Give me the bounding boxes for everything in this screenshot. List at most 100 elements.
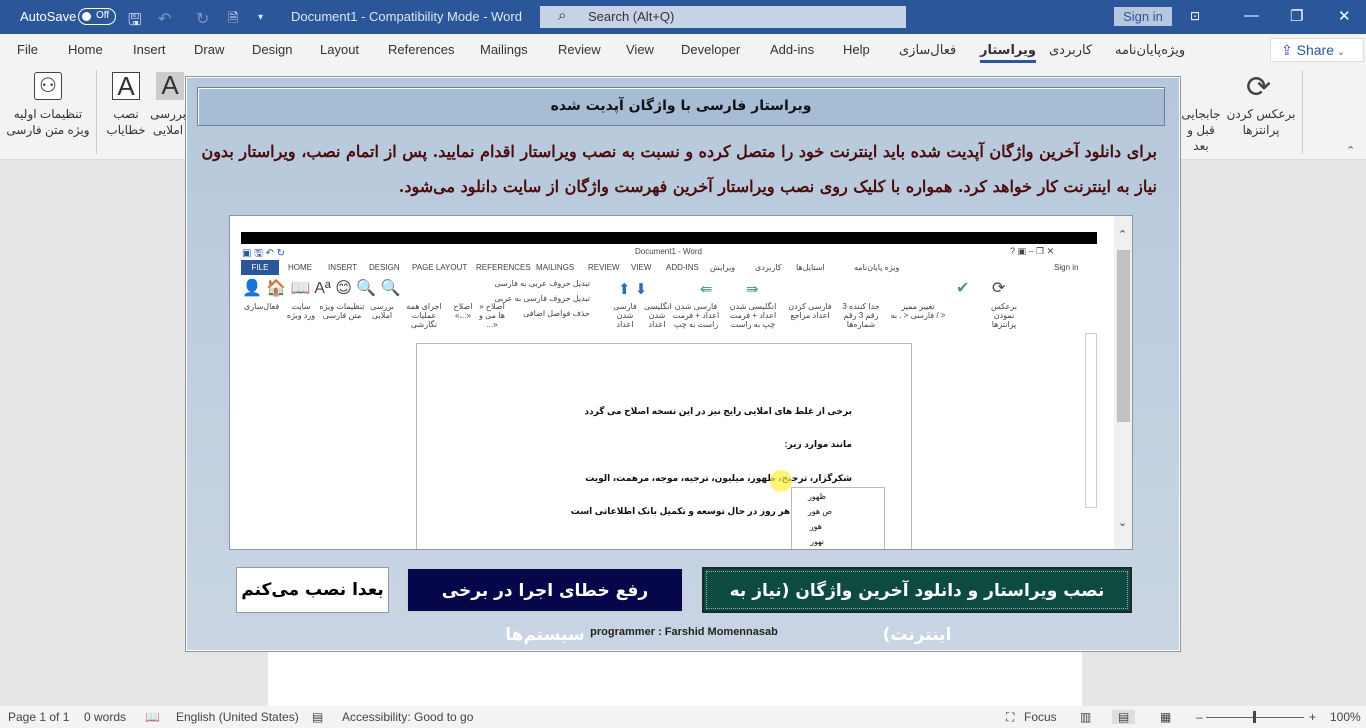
tab-developer[interactable]: Developer [681, 42, 740, 57]
autosave-label: AutoSave [20, 9, 77, 24]
reverse-parentheses-icon: ⟳ [1246, 71, 1272, 104]
fix-runtime-error-button[interactable]: رفع خطای اجرا در برخی سیستم‌ها [406, 567, 684, 645]
minimize-button[interactable]: — [1244, 7, 1259, 24]
display-settings-icon[interactable]: ▤ [312, 710, 323, 724]
page-count[interactable]: Page 1 of 1 [8, 710, 69, 724]
shot-tab: REVIEW [588, 263, 620, 272]
shot-btn: بررسی املایی [370, 302, 394, 320]
install-and-download-button[interactable]: نصب ویراستار و دانلود آخرین واژگان (نیاز… [702, 567, 1132, 645]
language[interactable]: English (United States) [176, 710, 299, 724]
cursor-highlight [770, 470, 792, 492]
title-bar: AutoSave Off 🖫 ↶ ↻ 🗎 ▾ Document1 - Compa… [0, 0, 1366, 34]
ribbon-btn-settings[interactable]: تنظیمات اولیه ویژه متن فارسی [6, 106, 90, 138]
tab-mailings[interactable]: Mailings [480, 42, 528, 57]
ribbon-btn-swap[interactable]: جابجایی قبل و بعد [1181, 106, 1221, 154]
dialog-text-line-1: برای دانلود آخرین واژگان آپدیت شده باید … [201, 142, 1157, 161]
sign-in-button[interactable]: Sign in [1114, 7, 1172, 26]
shot-tab: MAILINGS [536, 263, 575, 272]
word-count[interactable]: 0 words [84, 710, 126, 724]
tab-draw[interactable]: Draw [194, 42, 224, 57]
ribbon-btn-install[interactable]: نصب خطایاب [104, 106, 148, 138]
shot-btn: اجرای همه عملیات نگارشی [406, 302, 442, 329]
ribbon-display-icon[interactable]: ⊡ [1190, 9, 1200, 23]
share-label: Share [1296, 42, 1334, 58]
shot-btn: اصلاح «،.:» [453, 302, 473, 320]
zoom-slider-thumb[interactable] [1253, 711, 1256, 723]
share-button[interactable]: ⇪ Share ⌄ [1270, 38, 1364, 62]
suggestion: نهور [810, 537, 824, 546]
virastar-dialog: ویراستار فارسی با واژگان آپدیت شده برای … [185, 76, 1181, 652]
programmer-credit: programmer : Farshid Momennasab [590, 626, 778, 638]
shot-tab-file: FILE [241, 260, 279, 275]
shot-btn: فعال‌سازی [244, 302, 280, 311]
shot-tab: ویژه پایان‌نامه [854, 263, 900, 272]
shot-btn: فارسی کردن اعداد مراجع [788, 302, 832, 320]
shot-btn: سایت ورد ویژه [286, 302, 316, 320]
customize-qat-icon[interactable]: ▾ [258, 12, 263, 23]
ribbon-tabs: File Home Insert Draw Design Layout Refe… [0, 34, 1366, 64]
shot-btn: تنظیمات ویژه متن فارسی [319, 302, 365, 320]
accessibility-status[interactable]: Accessibility: Good to go [342, 710, 473, 724]
tab-help[interactable]: Help [843, 42, 870, 57]
proofing-icon[interactable]: 📖 [145, 710, 160, 724]
shot-doc-line: برخی از غلط های املایی رایج نیز در این ن… [584, 406, 852, 416]
read-mode-icon[interactable]: ▥ [1080, 710, 1091, 724]
spellcheck-icon: A [156, 72, 184, 100]
web-layout-icon[interactable]: ▦ [1160, 710, 1171, 724]
shot-scrollbar [1085, 333, 1097, 508]
shot-btn: تبدیل حروف فارسی به عربی [494, 294, 590, 303]
dialog-text-line-2: نیاز به اینترنت کار خواهد کرد. همواره با… [398, 177, 1157, 196]
search-input[interactable]: ⌕ Search (Alt+Q) [540, 6, 906, 28]
ribbon-btn-spellcheck[interactable]: بررسی املایی [150, 106, 186, 138]
focus-icon[interactable]: ⛶ [1006, 710, 1014, 725]
shot-tab: کاربردی [755, 263, 782, 272]
print-preview-icon[interactable]: 🗎 [228, 9, 238, 31]
user-settings-icon: ⚇ [34, 72, 62, 100]
save-icon[interactable]: 🖫 [128, 9, 142, 36]
focus-button[interactable]: Focus [1024, 710, 1057, 724]
search-icon: ⌕ [558, 7, 567, 24]
shot-tab: INSERT [328, 263, 358, 272]
shot-btn: انگلیسی شدن اعداد [644, 302, 672, 329]
shot-btn: فارسی شدن اعداد + فرمت راست به چپ [672, 302, 720, 329]
ribbon-btn-reverse[interactable]: برعکس کردن پرانتزها [1226, 106, 1296, 138]
install-later-button[interactable]: بعدا نصب می‌کنم [236, 567, 389, 613]
tab-view[interactable]: View [626, 42, 654, 57]
tab-activation[interactable]: فعال‌سازی [899, 42, 956, 58]
suggestion: هور [809, 522, 822, 531]
tab-layout[interactable]: Layout [320, 42, 359, 57]
tab-file[interactable]: File [17, 42, 38, 57]
redo-icon[interactable]: ↻ [196, 9, 209, 29]
scroll-thumb[interactable] [1117, 250, 1130, 422]
collapse-ribbon-icon[interactable]: ⌃ [1346, 144, 1355, 157]
shot-btn: برعکس نمودن پرانتزها [990, 302, 1018, 329]
tab-addins[interactable]: Add-ins [770, 42, 814, 57]
preview-scrollbar[interactable]: ⌃ ⌄ [1114, 216, 1132, 549]
close-button[interactable]: ✕ [1338, 7, 1351, 25]
tab-karbordi[interactable]: کاربردی [1049, 42, 1092, 58]
suggestion: ص هور [807, 507, 832, 516]
zoom-out-button[interactable]: – [1196, 710, 1203, 724]
shot-tab: PAGE LAYOUT [412, 263, 468, 272]
restore-button[interactable]: ❐ [1290, 7, 1303, 25]
tab-review[interactable]: Review [558, 42, 601, 57]
zoom-in-button[interactable]: + [1309, 710, 1316, 724]
tab-references[interactable]: References [388, 42, 454, 57]
tab-thesis[interactable]: ویژه‌پایان‌نامه [1115, 42, 1185, 58]
tab-design[interactable]: Design [252, 42, 292, 57]
shot-tab: VIEW [631, 263, 652, 272]
zoom-level[interactable]: 100% [1330, 710, 1361, 724]
shot-ribbon-icons: 👤 🏠 📖 Aª 😊 🔍 🔍 [242, 280, 401, 297]
print-layout-icon[interactable]: ▤ [1112, 710, 1136, 724]
shot-btn: تغییر ممیز فارسی < . به / > [890, 302, 946, 320]
tab-insert[interactable]: Insert [133, 42, 166, 57]
tab-home[interactable]: Home [68, 42, 103, 57]
install-spellchecker-icon: A [112, 72, 140, 100]
status-bar: Page 1 of 1 0 words 📖 English (United St… [0, 706, 1366, 728]
window-title: Document1 - Compatibility Mode - Word [291, 9, 522, 24]
shot-btn: فارسی شدن اعداد [613, 302, 637, 329]
autosave-toggle[interactable]: Off [78, 8, 116, 25]
shot-title: Document1 - Word [635, 247, 702, 256]
undo-icon[interactable]: ↶ [158, 9, 171, 29]
tab-virastar[interactable]: ویراستار [980, 42, 1036, 63]
